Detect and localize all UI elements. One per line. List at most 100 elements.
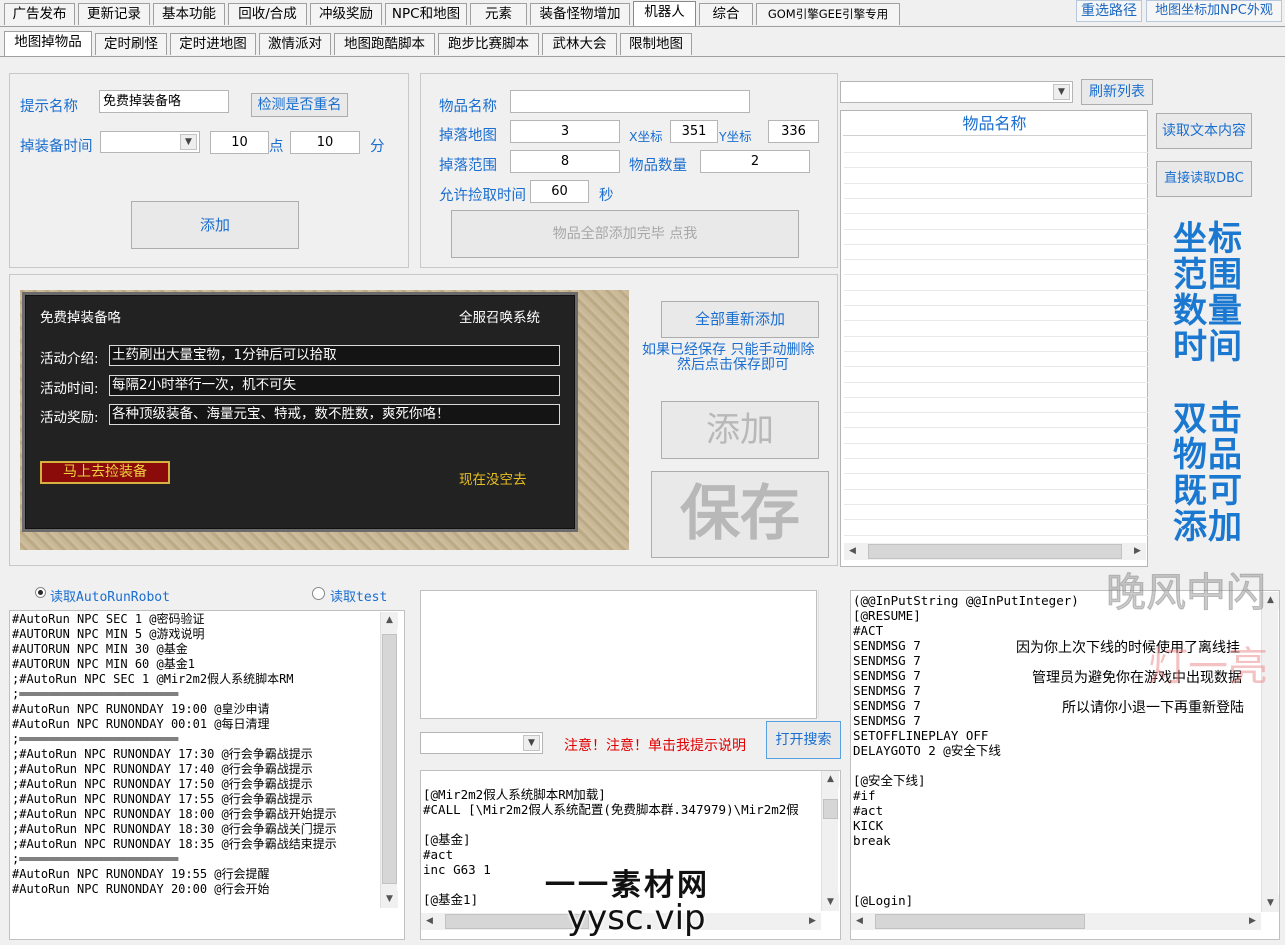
minute-input[interactable]: 10 — [290, 131, 360, 154]
code-line: ;#AutoRun NPC RUNONDAY 18:35 @行会争霸战结束提示 — [12, 837, 337, 851]
autorun-code[interactable]: #AutoRun NPC SEC 1 @密码验证 #AUTORUN NPC MIN… — [12, 612, 377, 912]
items-done-button[interactable]: 物品全部添加完毕 点我 — [451, 210, 799, 258]
scroll-thumb[interactable] — [875, 914, 1085, 929]
add-big-button[interactable]: 添加 — [661, 401, 819, 459]
code-line: KICK — [853, 818, 884, 833]
code-line: ;#AutoRun NPC RUNONDAY 17:40 @行会争霸战提示 — [12, 762, 313, 776]
scroll-thumb[interactable] — [823, 799, 838, 819]
list-row-separator — [844, 427, 1148, 428]
tab-equip-monster[interactable]: 装备怪物增加 — [530, 3, 630, 25]
intro-field[interactable]: 土药刷出大量宝物，1分钟后可以拾取 — [109, 345, 560, 366]
preview-text-box[interactable] — [420, 590, 817, 719]
item-listview[interactable] — [840, 110, 1148, 567]
code-line: #AutoRun NPC RUNONDAY 00:01 @每日清理 — [12, 717, 270, 731]
scroll-up-icon[interactable]: ▲ — [381, 612, 398, 629]
scroll-down-icon[interactable]: ▼ — [1262, 895, 1279, 912]
code-line: SETOFFLINEPLAY OFF — [853, 728, 989, 743]
chevron-down-icon[interactable]: ▼ — [180, 134, 197, 150]
scroll-left-icon[interactable]: ◀ — [421, 913, 438, 930]
list-row-separator — [844, 259, 1148, 260]
scroll-right-icon[interactable]: ▶ — [804, 913, 821, 930]
read-dbc-button[interactable]: 直接读取DBC — [1156, 161, 1252, 197]
x-coord-input[interactable]: 351 — [670, 120, 718, 143]
scroll-thumb[interactable] — [382, 634, 397, 884]
tab-npc-map[interactable]: NPC和地图 — [385, 3, 467, 25]
robot-hscroll[interactable]: ◀ ▶ — [851, 913, 1261, 930]
scroll-down-icon[interactable]: ▼ — [381, 891, 398, 908]
code-line: #AUTORUN NPC MIN 5 @游戏说明 — [12, 627, 205, 641]
tab-ad[interactable]: 广告发布 — [4, 3, 75, 25]
hint-add: 添加 — [1173, 507, 1243, 547]
scroll-right-icon[interactable]: ▶ — [1129, 543, 1146, 560]
check-duplicate-button[interactable]: 检测是否重名 — [251, 93, 348, 117]
item-qty-input[interactable]: 2 — [700, 150, 810, 173]
scroll-right-icon[interactable]: ▶ — [1244, 913, 1261, 930]
scroll-left-icon[interactable]: ◀ — [851, 913, 868, 930]
warning-link[interactable]: 注意！注意！单击我提示说明 — [564, 735, 746, 755]
scroll-left-icon[interactable]: ◀ — [844, 543, 861, 560]
code-line: #act — [853, 803, 884, 818]
go-pickup-button[interactable]: 马上去捡装备 — [40, 461, 170, 484]
add-schedule-button[interactable]: 添加 — [131, 201, 299, 249]
list-row-separator — [844, 290, 1148, 291]
subtab-wulin[interactable]: 武林大会 — [542, 33, 617, 55]
search-select[interactable]: ▼ — [420, 732, 543, 754]
item-name-input[interactable] — [510, 90, 750, 113]
open-search-button[interactable]: 打开搜索 — [766, 721, 841, 759]
tab-basic[interactable]: 基本功能 — [153, 3, 225, 25]
subtab-restrict-map[interactable]: 限制地图 — [620, 33, 692, 55]
radio-autorun-label[interactable]: 读取AutoRunRobot — [50, 586, 170, 605]
subtab-parkour[interactable]: 地图跑酷脚本 — [334, 33, 435, 55]
drop-time-select[interactable]: ▼ — [100, 131, 200, 153]
pickup-time-input[interactable]: 60 — [530, 180, 589, 203]
list-row-separator — [844, 229, 1148, 230]
save-big-button[interactable]: 保存 — [651, 471, 829, 558]
y-coord-input[interactable]: 336 — [768, 120, 819, 143]
subtab-party[interactable]: 激情派对 — [259, 33, 331, 55]
scroll-thumb[interactable] — [868, 544, 1122, 559]
tab-recycle[interactable]: 回收/合成 — [228, 3, 307, 25]
map-coord-npc-button[interactable]: 地图坐标加NPC外观 — [1146, 0, 1282, 22]
prompt-name-input[interactable]: 免费掉装备咯 — [99, 90, 229, 113]
no-time-link[interactable]: 现在没空去 — [459, 468, 527, 488]
tab-robot[interactable]: 机器人 — [633, 1, 696, 26]
chevron-down-icon[interactable]: ▼ — [1053, 84, 1070, 100]
tab-general[interactable]: 综合 — [699, 3, 753, 25]
refresh-list-button[interactable]: 刷新列表 — [1081, 79, 1153, 105]
drop-range-input[interactable]: 8 — [510, 150, 620, 173]
tab-gom-engine[interactable]: GOM引擎GEE引擎专用 — [756, 3, 900, 25]
radio-test-label[interactable]: 读取test — [330, 586, 387, 605]
watermark-corner-a: 晚风中闪 — [1106, 570, 1267, 617]
scroll-up-icon[interactable]: ▲ — [822, 771, 839, 788]
reward-field[interactable]: 各种顶级装备、海量元宝、特戒，数不胜数，爽死你咯！ — [109, 404, 560, 425]
radio-test[interactable] — [312, 587, 325, 600]
tab-levelup[interactable]: 冲级奖励 — [310, 3, 382, 25]
reselect-path-button[interactable]: 重选路径 — [1076, 0, 1142, 22]
subtab-race[interactable]: 跑步比赛脚本 — [438, 33, 539, 55]
column-header-item-name[interactable]: 物品名称 — [843, 113, 1146, 136]
autorun-vscroll[interactable]: ▲ ▼ — [380, 612, 398, 908]
read-text-button[interactable]: 读取文本内容 — [1156, 113, 1252, 149]
chevron-down-icon[interactable]: ▼ — [523, 735, 540, 751]
readd-all-button[interactable]: 全部重新添加 — [661, 301, 819, 338]
radio-autorun[interactable] — [35, 587, 46, 598]
hint-item: 物品 — [1173, 435, 1243, 475]
scroll-down-icon[interactable]: ▼ — [822, 894, 839, 911]
code-line: #AutoRun NPC RUNONDAY 19:55 @行会提醒 — [12, 867, 270, 881]
list-row-separator — [844, 366, 1148, 367]
item-qty-label: 物品数量 — [629, 158, 687, 174]
code-line: DELAYGOTO 2 @安全下线 — [853, 743, 1001, 758]
item-list-hscroll[interactable]: ◀ ▶ — [844, 543, 1146, 560]
script-vscroll[interactable]: ▲ ▼ — [821, 771, 839, 911]
preview-vscroll[interactable] — [818, 590, 835, 718]
hour-unit: 点 — [269, 139, 284, 155]
subtab-map-drop[interactable]: 地图掉物品 — [4, 31, 92, 56]
list-filter-select[interactable]: ▼ — [840, 81, 1073, 103]
subtab-timed-enter[interactable]: 定时进地图 — [170, 33, 256, 55]
event-time-field[interactable]: 每隔2小时举行一次，机不可失 — [109, 375, 560, 396]
tab-element[interactable]: 元素 — [470, 3, 527, 25]
drop-map-input[interactable]: 3 — [510, 120, 620, 143]
hour-input[interactable]: 10 — [210, 131, 269, 154]
tab-changelog[interactable]: 更新记录 — [78, 3, 150, 25]
subtab-timed-spawn[interactable]: 定时刷怪 — [95, 33, 167, 55]
